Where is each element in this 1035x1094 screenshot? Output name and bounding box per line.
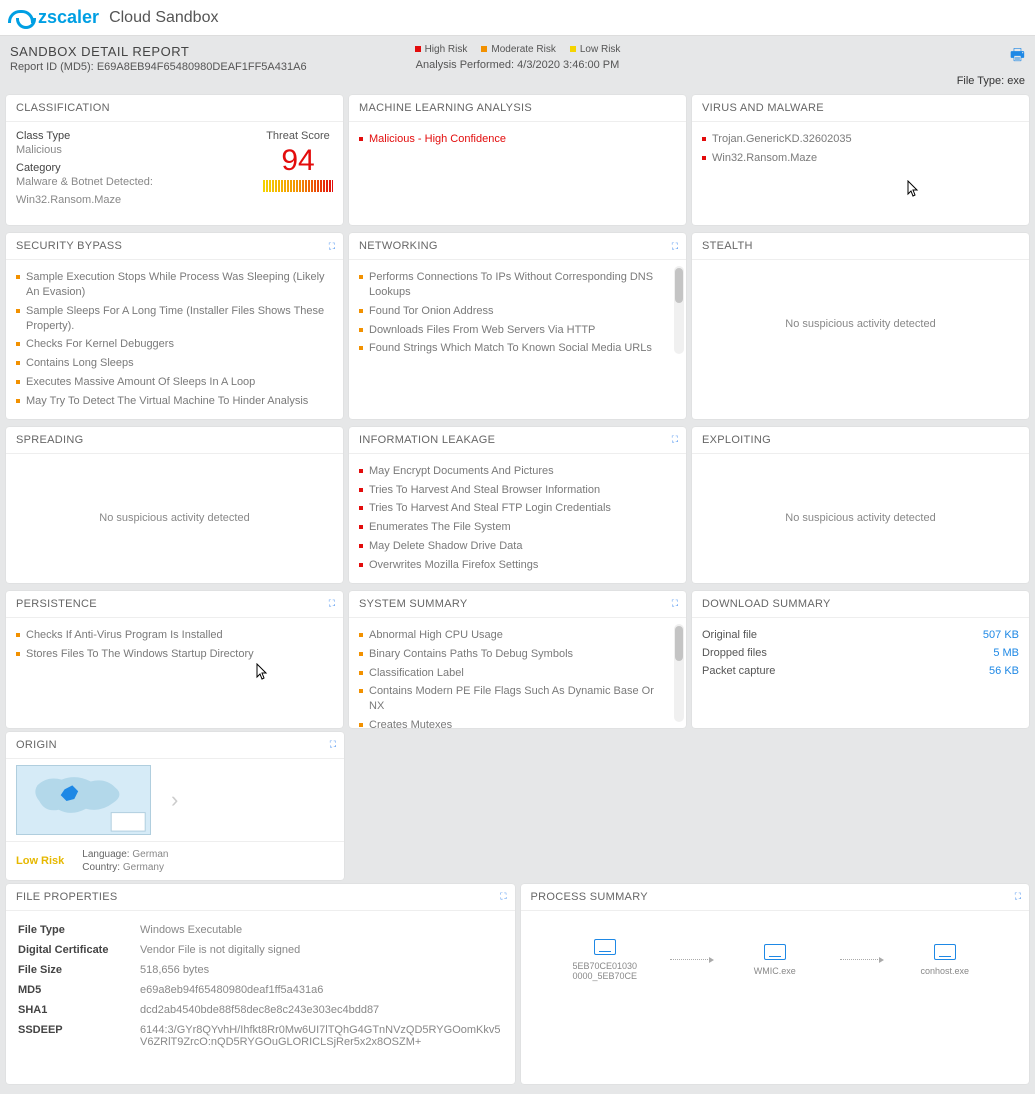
report-id: Report ID (MD5): E69A8EB94F65480980DEAF1… [10,61,415,73]
scrollbar[interactable] [674,266,684,354]
list-item: Contains Modern PE File Flags Such As Dy… [359,682,662,716]
expand-icon[interactable]: ⛶ [672,241,676,252]
process-icon [764,944,786,960]
panel-ml-analysis: MACHINE LEARNING ANALYSIS Malicious - Hi… [349,95,686,225]
list-item: Tries To Harvest And Steal FTP Login Cre… [359,499,676,518]
panel-classification: CLASSIFICATION Class Type Malicious Cate… [6,95,343,225]
expand-icon[interactable]: ⛶ [500,891,504,902]
map-thumbnail[interactable] [16,765,151,835]
list-item: Sample Execution Stops While Process Was… [16,268,333,302]
list-item: Win32.Ransom.Maze [702,149,1019,168]
list-item: Checks If Anti-Virus Program Is Installe… [16,626,333,645]
report-header: SANDBOX DETAIL REPORT Report ID (MD5): E… [0,36,1035,91]
list-item: Found Tor Onion Address [359,302,662,321]
expand-icon[interactable]: ⛶ [330,739,334,750]
legend-high: High Risk [415,44,468,55]
list-item: Classification Label [359,664,662,683]
list-item: Creates Mutexes [359,716,662,728]
list-item: Contains Long Sleeps [16,354,333,373]
threat-meter-icon [263,180,333,192]
table-row: SHA1dcd2ab4540bde88f58dec8e8c243e303ec4b… [18,1001,503,1019]
list-item: May Try To Detect The Virtual Machine To… [16,392,333,411]
list-item: Binary Contains Paths To Debug Symbols [359,645,662,664]
chevron-right-icon[interactable]: › [171,787,178,813]
analysis-performed: Analysis Performed: 4/3/2020 3:46:00 PM [415,59,621,71]
list-item: Executes Massive Amount Of Sleeps In A L… [16,373,333,392]
app-header: zscaler Cloud Sandbox [0,0,1035,36]
table-row: File Size518,656 bytes [18,961,503,979]
logo-icon [8,8,34,28]
process-icon [594,939,616,955]
panel-security-bypass: SECURITY BYPASS ⛶ Sample Execution Stops… [6,233,343,419]
list-item: May Delete Shadow Drive Data [359,537,676,556]
table-row: MD5e69a8eb94f65480980deaf1ff5a431a6 [18,981,503,999]
list-item: Overwrites Mozilla Firefox Settings [359,556,676,575]
list-item: Downloads Files From Web Servers Via HTT… [359,321,662,340]
scrollbar[interactable] [674,624,684,722]
list-item: Trojan.GenericKD.32602035 [702,130,1019,149]
risk-badge: Low Risk [16,855,64,867]
legend-low: Low Risk [570,44,621,55]
panel-info-leakage: INFORMATION LEAKAGE ⛶ May Encrypt Docume… [349,427,686,583]
print-icon[interactable]: 🖶 [620,44,1025,71]
file-type-label: File Type: exe [620,75,1025,87]
threat-score: Threat Score 94 [263,130,333,217]
panel-file-properties: FILE PROPERTIES ⛶ File TypeWindows Execu… [6,884,515,1084]
table-row: File TypeWindows Executable [18,921,503,939]
panel-system-summary: SYSTEM SUMMARY ⛶ Abnormal High CPU Usage… [349,591,686,728]
legend-moderate: Moderate Risk [481,44,555,55]
panel-stealth: STEALTH No suspicious activity detected [692,233,1029,419]
download-row[interactable]: Packet capture56 KB [702,662,1019,680]
expand-icon[interactable]: ⛶ [329,598,333,609]
brand-logo: zscaler [8,7,99,28]
process-node[interactable]: conhost.exe [900,944,990,976]
list-item: Enumerates The File System [359,518,676,537]
panel-virus-malware: VIRUS AND MALWARE Trojan.GenericKD.32602… [692,95,1029,225]
process-node[interactable]: 5EB70CE01030 0000_5EB70CE [560,939,650,981]
expand-icon[interactable]: ⛶ [672,434,676,445]
list-item: Posts Data To Web Server [359,358,662,360]
download-row[interactable]: Original file507 KB [702,626,1019,644]
list-item: Found Strings Which Match To Known Socia… [359,339,662,358]
panel-persistence: PERSISTENCE ⛶ Checks If Anti-Virus Progr… [6,591,343,728]
list-item: Performs Connections To IPs Without Corr… [359,268,662,302]
list-item: Tries To Harvest And Steal Browser Infor… [359,481,676,500]
download-row[interactable]: Dropped files5 MB [702,644,1019,662]
report-title: SANDBOX DETAIL REPORT [10,44,415,59]
product-title: Cloud Sandbox [109,9,218,27]
table-row: Digital CertificateVendor File is not di… [18,941,503,959]
process-node[interactable]: WMIC.exe [730,944,820,976]
flow-arrow-icon [670,959,710,960]
table-row: SSDEEP6144:3/GYr8QYvhH/Ihfkt8Rr0Mw6UI7lT… [18,1021,503,1051]
list-item: Abnormal High CPU Usage [359,626,662,645]
flow-arrow-icon [840,959,880,960]
list-item: Malicious - High Confidence [359,130,676,149]
list-item: May Encrypt Documents And Pictures [359,462,676,481]
panel-networking: NETWORKING ⛶ Performs Connections To IPs… [349,233,686,419]
list-item: Sample Sleeps For A Long Time (Installer… [16,302,333,336]
panel-spreading: SPREADING No suspicious activity detecte… [6,427,343,583]
list-item: Checks For Kernel Debuggers [16,335,333,354]
brand-text: zscaler [38,7,99,28]
process-icon [934,944,956,960]
expand-icon[interactable]: ⛶ [672,598,676,609]
expand-icon[interactable]: ⛶ [1015,891,1019,902]
risk-legend: High Risk Moderate Risk Low Risk [415,44,621,55]
panel-process-summary: PROCESS SUMMARY ⛶ 5EB70CE01030 0000_5EB7… [521,884,1030,1084]
panel-exploiting: EXPLOITING No suspicious activity detect… [692,427,1029,583]
list-item: Stores Files To The Windows Startup Dire… [16,645,333,664]
panel-download-summary: DOWNLOAD SUMMARY Original file507 KBDrop… [692,591,1029,728]
panel-origin: ORIGIN ⛶ › Low Risk Language: German Cou… [6,732,344,880]
expand-icon[interactable]: ⛶ [329,241,333,252]
